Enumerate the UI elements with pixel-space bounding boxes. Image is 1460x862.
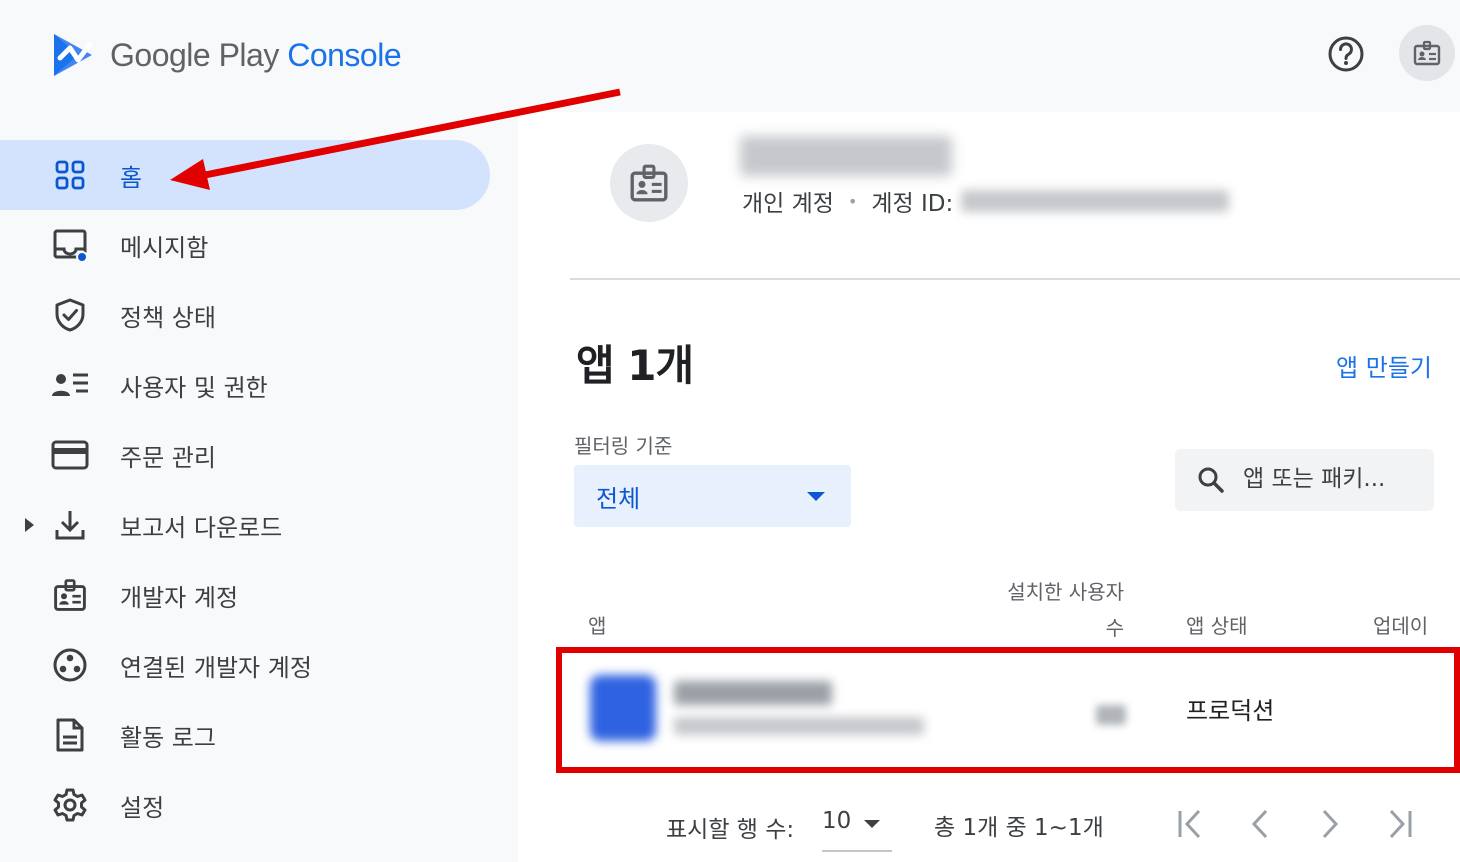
sidebar-item-policy-status[interactable]: 정책 상태 bbox=[0, 280, 518, 350]
app-name-redacted bbox=[674, 681, 832, 705]
chevron-down-icon bbox=[807, 492, 825, 501]
badge-icon bbox=[50, 575, 90, 615]
sidebar-item-label: 메시지함 bbox=[120, 233, 209, 262]
sidebar-item-label: 주문 관리 bbox=[120, 443, 216, 472]
rows-per-page-value: 10 bbox=[822, 808, 852, 834]
sidebar-item-label: 연결된 개발자 계정 bbox=[120, 653, 312, 682]
document-icon bbox=[50, 715, 90, 755]
account-meta: 개인 계정 • 계정 ID: bbox=[742, 184, 1230, 218]
last-page-icon bbox=[1389, 809, 1412, 839]
top-header: Google Play Console bbox=[0, 0, 1460, 112]
download-icon bbox=[50, 505, 90, 545]
people-list-icon bbox=[50, 365, 90, 405]
search-input[interactable] bbox=[1243, 459, 1423, 499]
app-package-redacted bbox=[674, 717, 924, 735]
help-button[interactable] bbox=[1322, 30, 1370, 78]
account-type: 개인 계정 bbox=[742, 191, 834, 217]
linked-accounts-icon bbox=[50, 645, 90, 685]
filter-selected-value: 전체 bbox=[596, 484, 641, 513]
credit-card-icon bbox=[50, 435, 90, 475]
rows-per-page-select[interactable]: 10 bbox=[822, 804, 892, 852]
chevron-right-icon bbox=[1322, 809, 1339, 839]
developer-avatar bbox=[610, 144, 688, 222]
table-row[interactable]: 프로덕션 bbox=[556, 647, 1460, 773]
gear-icon bbox=[50, 785, 90, 825]
sidebar-item-activity-log[interactable]: 활동 로그 bbox=[0, 700, 518, 770]
shield-check-icon bbox=[50, 295, 90, 335]
first-page-button[interactable] bbox=[1170, 804, 1210, 844]
dashboard-grid-icon bbox=[50, 155, 90, 195]
meta-separator: • bbox=[847, 191, 858, 211]
badge-icon bbox=[1413, 40, 1441, 66]
pagination-bar: 표시할 행 수: 10 총 1개 중 1~1개 bbox=[518, 804, 1460, 854]
installs-count-redacted bbox=[1096, 705, 1126, 725]
sidebar-item-label: 보고서 다운로드 bbox=[120, 513, 283, 542]
sidebar-item-label: 활동 로그 bbox=[120, 723, 216, 752]
column-header-installs[interactable]: 설치한 사용자 수 bbox=[988, 574, 1124, 646]
sidebar-nav: 홈 메시지함 정책 상태 사용자 및 권한 주문 관리 보고서 다운로드 개발자… bbox=[0, 140, 518, 840]
sidebar-item-home[interactable]: 홈 bbox=[0, 140, 490, 210]
play-console-logo-icon bbox=[54, 34, 93, 76]
sidebar-item-developer-account[interactable]: 개발자 계정 bbox=[0, 560, 518, 630]
sidebar-item-inbox[interactable]: 메시지함 bbox=[0, 210, 518, 280]
sidebar-item-users-permissions[interactable]: 사용자 및 권한 bbox=[0, 350, 518, 420]
column-header-app-status[interactable]: 앱 상태 bbox=[1186, 610, 1248, 639]
column-header-app[interactable]: 앱 bbox=[588, 610, 606, 639]
account-id-redacted bbox=[961, 190, 1230, 212]
google-play-console-logo[interactable]: Google Play Console bbox=[50, 30, 402, 80]
badge-icon bbox=[630, 164, 668, 202]
help-circle-icon bbox=[1328, 36, 1364, 72]
filter-dropdown[interactable]: 전체 bbox=[574, 465, 851, 527]
previous-page-button[interactable] bbox=[1240, 804, 1280, 844]
sidebar-item-label: 사용자 및 권한 bbox=[120, 373, 268, 402]
logo-text-console: Console bbox=[287, 36, 402, 73]
chevron-down-icon bbox=[864, 820, 880, 828]
create-app-link[interactable]: 앱 만들기 bbox=[1336, 348, 1432, 383]
main-content: 개인 계정 • 계정 ID: 앱 1개 앱 만들기 필터링 기준 전체 앱 설치… bbox=[518, 112, 1460, 862]
sidebar-item-label: 홈 bbox=[120, 163, 143, 192]
account-avatar-button[interactable] bbox=[1399, 25, 1455, 81]
logo-text-google-play: Google Play bbox=[110, 36, 279, 73]
section-divider bbox=[570, 278, 1460, 280]
app-search-box[interactable] bbox=[1175, 449, 1434, 511]
last-page-button[interactable] bbox=[1380, 804, 1420, 844]
app-status-value: 프로덕션 bbox=[1186, 697, 1275, 725]
sidebar-item-label: 정책 상태 bbox=[120, 303, 216, 332]
chevron-left-icon bbox=[1251, 809, 1268, 839]
search-icon bbox=[1198, 467, 1224, 493]
column-header-last-update[interactable]: 업데이 bbox=[1373, 610, 1428, 639]
next-page-button[interactable] bbox=[1310, 804, 1350, 844]
filter-label: 필터링 기준 bbox=[574, 434, 673, 458]
developer-name-redacted bbox=[740, 136, 952, 176]
apps-count-title: 앱 1개 bbox=[576, 341, 694, 390]
sidebar-item-order-management[interactable]: 주문 관리 bbox=[0, 420, 518, 490]
app-icon-redacted bbox=[590, 675, 656, 741]
first-page-icon bbox=[1178, 809, 1201, 839]
unread-badge-dot bbox=[76, 251, 88, 263]
sidebar-item-settings[interactable]: 설정 bbox=[0, 770, 518, 840]
sidebar-item-download-reports[interactable]: 보고서 다운로드 bbox=[0, 490, 518, 560]
expand-arrow-icon[interactable] bbox=[22, 516, 36, 534]
sidebar-item-label: 개발자 계정 bbox=[120, 583, 239, 612]
sidebar-item-linked-developer-accounts[interactable]: 연결된 개발자 계정 bbox=[0, 630, 518, 700]
account-id-label: 계정 ID: bbox=[871, 191, 954, 217]
sidebar-item-label: 설정 bbox=[120, 793, 165, 822]
rows-per-page-label: 표시할 행 수: bbox=[666, 817, 795, 843]
logo-text: Google Play Console bbox=[110, 36, 402, 74]
pagination-range: 총 1개 중 1~1개 bbox=[934, 815, 1104, 841]
inbox-icon bbox=[50, 225, 90, 265]
